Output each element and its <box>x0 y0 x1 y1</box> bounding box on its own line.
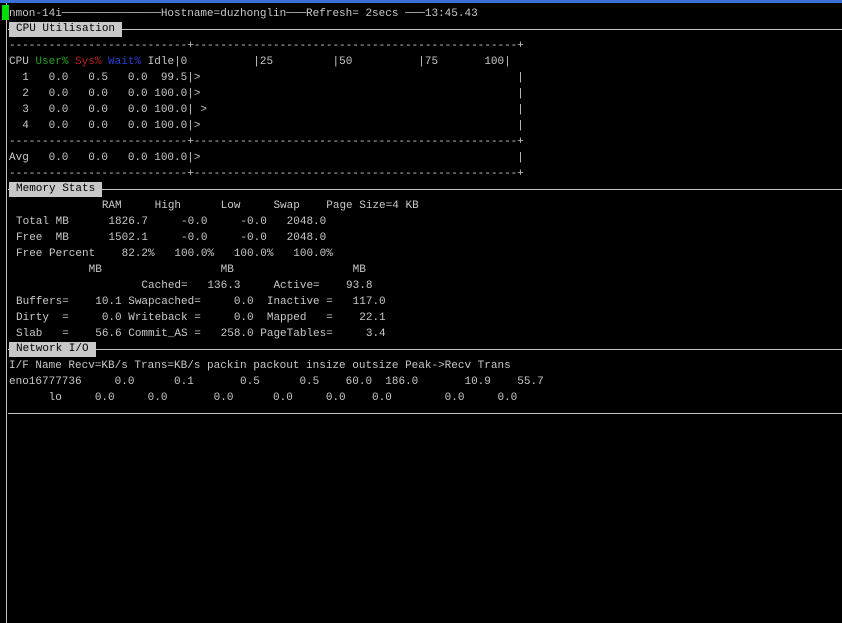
memory-line-total: Total MB 1826.7 -0.0 -0.0 2048.0 <box>16 216 327 228</box>
cpu-section-title: CPU Utilisation <box>9 22 123 37</box>
memory-line-free-percent: Free Percent 82.2% 100.0% 100.0% 100.0% <box>16 248 333 260</box>
memory-section-title: Memory Stats <box>9 182 103 197</box>
memory-line-buffers: Buffers= 10.1 Swapcached= 0.0 Inactive =… <box>16 296 386 308</box>
memory-line-dirty: Dirty = 0.0 Writeback = 0.0 Mapped = 22.… <box>16 312 386 324</box>
network-bottom-rule <box>8 413 842 414</box>
memory-section-rule <box>8 189 842 190</box>
cpu-column-headers: CPU User% Sys% Wait% Idle|0 |25 |50 |75 … <box>9 54 511 70</box>
cpu-top-rule: ---------------------------+------------… <box>9 40 524 52</box>
cpu-avg-row: Avg 0.0 0.0 0.0 100.0|> | <box>9 152 524 164</box>
cpu-header-wait: Wait% <box>108 56 142 68</box>
network-section-bar: Network I/O <box>8 342 842 358</box>
network-header: I/F Name Recv=KB/s Trans=KB/s packin pac… <box>9 360 511 372</box>
cpu-header-idle: Idle|0 |25 |50 |75 100| <box>141 56 511 68</box>
cpu-header-user: User% <box>35 56 69 68</box>
cpu-row-2: 2 0.0 0.0 0.0 100.0|> | <box>9 88 524 100</box>
cpu-section-bar: CPU Utilisation <box>8 22 842 38</box>
nmon-header: nmon-14i───────────────Hostname=duzhongl… <box>9 8 478 20</box>
cpu-section-rule <box>8 29 842 30</box>
cpu-row-3: 3 0.0 0.0 0.0 100.0| > | <box>9 104 524 116</box>
cpu-header-label: CPU <box>9 56 36 68</box>
memory-line-free: Free MB 1502.1 -0.0 -0.0 2048.0 <box>16 232 327 244</box>
cpu-row-1: 1 0.0 0.5 0.0 99.5|> | <box>9 72 524 84</box>
cpu-row-4: 4 0.0 0.0 0.0 100.0|> | <box>9 120 524 132</box>
text-cursor <box>2 5 9 20</box>
memory-line-cached: Cached= 136.3 Active= 93.8 <box>16 280 373 292</box>
memory-section-bar: Memory Stats <box>8 182 842 198</box>
memory-line-header: RAM High Low Swap Page Size=4 KB <box>16 200 419 212</box>
network-row-lo: lo 0.0 0.0 0.0 0.0 0.0 0.0 0.0 0.0 <box>9 392 518 404</box>
memory-line-units: MB MB MB <box>16 264 366 276</box>
memory-line-slab: Slab = 56.6 Commit_AS = 258.0 PageTables… <box>16 328 386 340</box>
cpu-bottom-rule: ---------------------------+------------… <box>9 168 524 180</box>
cpu-mid-rule: ---------------------------+------------… <box>9 136 524 148</box>
network-row-eno: eno16777736 0.0 0.1 0.5 0.5 60.0 186.0 1… <box>9 376 544 388</box>
terminal-left-border <box>6 3 7 623</box>
cpu-header-sys: Sys% <box>75 56 102 68</box>
network-section-rule <box>8 349 842 350</box>
network-section-title: Network I/O <box>9 342 96 357</box>
